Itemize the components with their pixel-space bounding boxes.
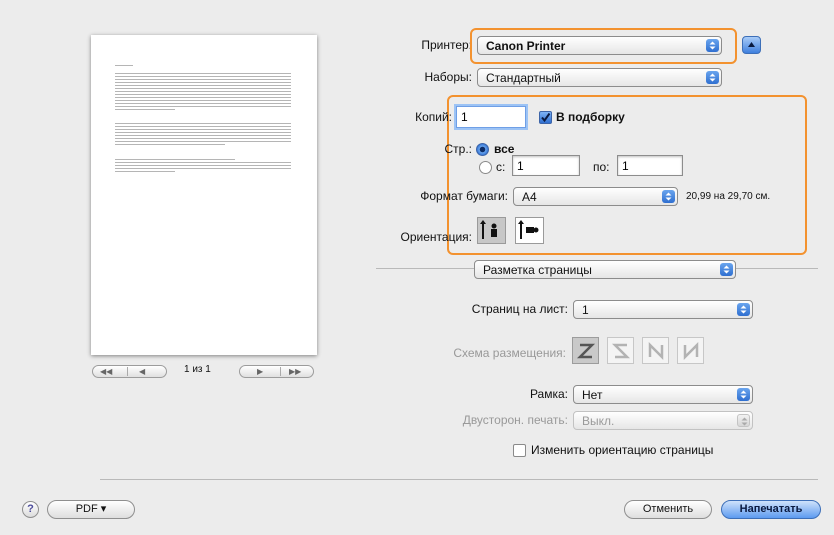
section-value: Разметка страницы	[483, 263, 592, 277]
printer-highlight	[470, 28, 737, 64]
pages-to-label: по:	[593, 160, 610, 174]
page-preview	[91, 35, 317, 355]
printer-label: Принтер:	[421, 38, 472, 52]
landscape-icon	[518, 220, 539, 239]
pages-to-input[interactable]	[618, 156, 682, 175]
pages-to-field[interactable]	[617, 155, 683, 176]
paper-size-value: A4	[522, 190, 537, 204]
popup-arrows-icon	[737, 414, 750, 427]
pages-per-sheet-select[interactable]: 1	[573, 300, 753, 319]
presets-label: Наборы:	[424, 70, 472, 84]
popup-arrows-icon	[737, 388, 750, 401]
layout-n-icon	[683, 341, 699, 361]
border-label: Рамка:	[529, 387, 568, 401]
print-button[interactable]: Напечатать	[721, 500, 821, 519]
layout-z-icon	[576, 343, 596, 359]
portrait-icon	[480, 220, 497, 239]
help-button[interactable]: ?	[22, 501, 39, 518]
print-dialog: ◀◀ ◀ 1 из 1 ▶ ▶▶ Принтер: Canon Printer …	[0, 0, 834, 535]
pages-label: Стр.:	[444, 142, 472, 156]
previous-page-icon[interactable]: ◀	[139, 367, 145, 376]
pages-per-sheet-value: 1	[582, 303, 589, 317]
presets-select[interactable]: Стандартный	[477, 68, 722, 87]
copies-label: Копий:	[415, 110, 452, 124]
landscape-orientation-button[interactable]	[515, 217, 544, 244]
paper-dimensions: 20,99 на 29,70 см.	[686, 191, 771, 202]
cancel-button[interactable]: Отменить	[624, 500, 712, 519]
pages-from-input[interactable]	[513, 156, 579, 175]
portrait-orientation-button[interactable]	[477, 217, 506, 244]
pages-all-radio[interactable]	[476, 143, 489, 156]
section-select[interactable]: Разметка страницы	[474, 260, 736, 279]
pages-per-sheet-label: Страниц на лист:	[471, 302, 568, 316]
paper-size-select[interactable]: A4	[513, 187, 678, 206]
copies-field[interactable]	[456, 106, 526, 128]
collate-checkbox[interactable]	[539, 111, 552, 124]
collate-label: В подборку	[556, 110, 625, 124]
page-counter: 1 из 1	[184, 364, 211, 375]
checkmark-icon	[541, 112, 551, 123]
disclosure-button[interactable]	[742, 36, 761, 54]
two-sided-select[interactable]: Выкл.	[573, 411, 753, 430]
border-select[interactable]: Нет	[573, 385, 753, 404]
pdf-button[interactable]: PDF ▾	[47, 500, 135, 519]
pages-all-label: все	[494, 142, 515, 156]
popup-arrows-icon	[706, 71, 719, 84]
next-page-icon[interactable]: ▶	[257, 367, 263, 376]
popup-arrows-icon	[737, 303, 750, 316]
layout-direction-label: Схема размещения:	[453, 346, 566, 360]
layout-n-reverse-button[interactable]	[642, 337, 669, 364]
help-icon: ?	[27, 503, 34, 515]
pages-from-label: с:	[496, 160, 506, 174]
last-page-icon[interactable]: ▶▶	[289, 367, 301, 376]
preview-forward-buttons[interactable]: ▶ ▶▶	[239, 365, 314, 378]
two-sided-label: Двусторон. печать:	[462, 413, 568, 427]
popup-arrows-icon	[662, 190, 675, 203]
paper-size-label: Формат бумаги:	[420, 189, 508, 203]
reverse-orientation-label: Изменить ориентацию страницы	[531, 443, 714, 457]
layout-s-icon	[611, 343, 631, 359]
layout-s-button[interactable]	[607, 337, 634, 364]
layout-n-reverse-icon	[648, 341, 664, 361]
reverse-orientation-checkbox[interactable]	[513, 444, 526, 457]
popup-arrows-icon	[720, 263, 733, 276]
presets-value: Стандартный	[486, 71, 561, 85]
copies-input[interactable]	[457, 107, 525, 127]
pages-from-field[interactable]	[512, 155, 580, 176]
layout-n-button[interactable]	[677, 337, 704, 364]
border-value: Нет	[582, 388, 603, 402]
two-sided-value: Выкл.	[582, 414, 615, 428]
preview-back-buttons[interactable]: ◀◀ ◀	[92, 365, 167, 378]
footer-separator	[100, 479, 818, 480]
orientation-label: Ориентация:	[400, 230, 472, 244]
layout-z-button[interactable]	[572, 337, 599, 364]
triangle-up-icon	[748, 42, 755, 47]
pages-range-radio[interactable]	[479, 161, 492, 174]
first-page-icon[interactable]: ◀◀	[100, 367, 112, 376]
